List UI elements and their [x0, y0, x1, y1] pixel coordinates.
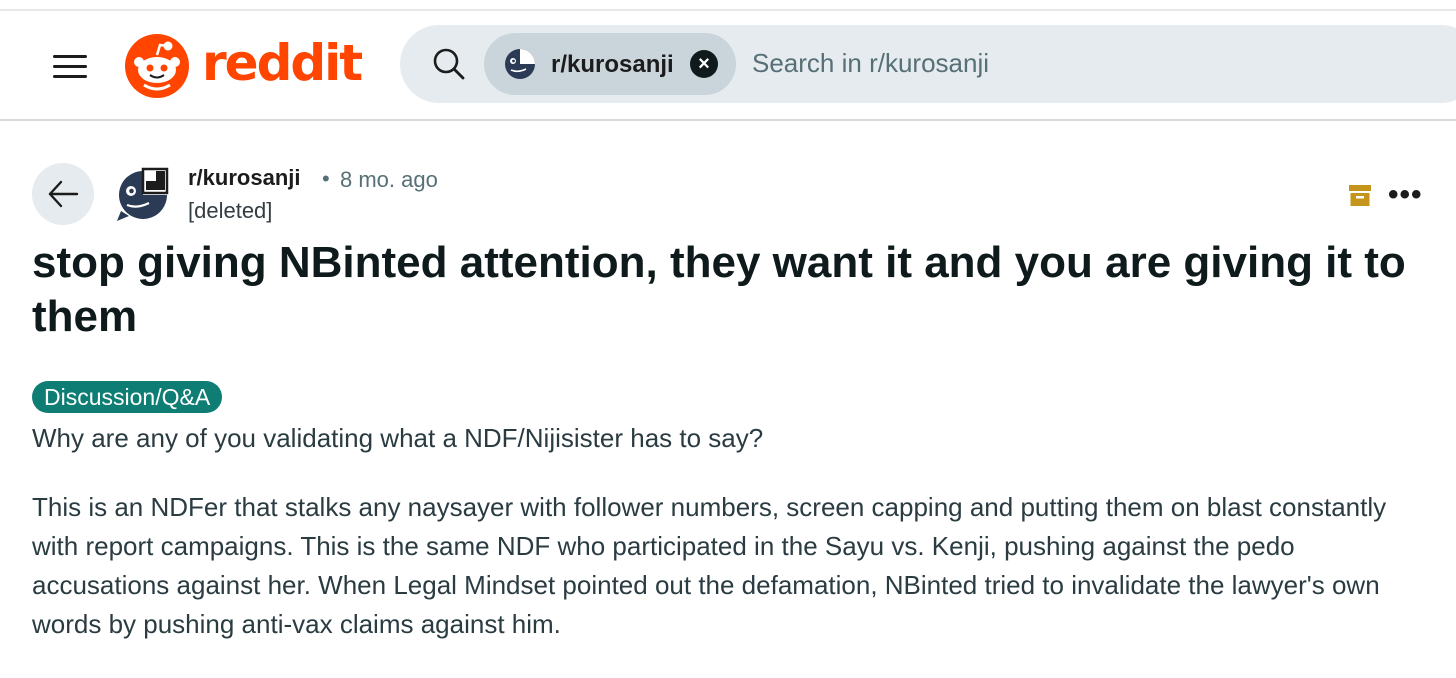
subreddit-search-chip[interactable]: r/kurosanji ×	[484, 33, 736, 95]
subreddit-avatar-icon	[505, 49, 535, 79]
hamburger-menu-icon[interactable]	[50, 49, 90, 83]
reddit-logo[interactable]: reddit	[124, 33, 363, 99]
search-bar[interactable]: r/kurosanji × Search in r/kurosanji	[400, 25, 1456, 103]
archive-icon	[1349, 185, 1371, 206]
site-header: reddit r/kurosanji × Search in r/kurosan…	[0, 11, 1456, 121]
top-border	[0, 0, 1456, 11]
more-options-icon[interactable]: •••	[1388, 180, 1423, 210]
post-body-paragraph: This is an NDFer that stalks any naysaye…	[32, 492, 1387, 639]
subreddit-avatar[interactable]	[113, 165, 173, 225]
chip-label: r/kurosanji	[551, 51, 674, 78]
reddit-wordmark: reddit	[202, 34, 363, 92]
post-timestamp: 8 mo. ago	[340, 167, 438, 192]
post-body-paragraph: Why are any of you validating what a NDF…	[32, 423, 764, 453]
search-input[interactable]: Search in r/kurosanji	[752, 48, 989, 79]
post-author: [deleted]	[188, 198, 273, 223]
post-title: stop giving NBinted attention, they want…	[32, 238, 1406, 341]
back-arrow-icon	[48, 180, 79, 208]
post-flair[interactable]: Discussion/Q&A	[32, 381, 223, 413]
close-icon[interactable]: ×	[690, 50, 718, 78]
search-icon	[433, 48, 465, 80]
back-button[interactable]	[32, 163, 94, 225]
reddit-snoo-icon	[125, 34, 189, 98]
post-subreddit-link[interactable]: r/kurosanji	[188, 165, 300, 191]
meta-separator: •	[322, 166, 330, 191]
